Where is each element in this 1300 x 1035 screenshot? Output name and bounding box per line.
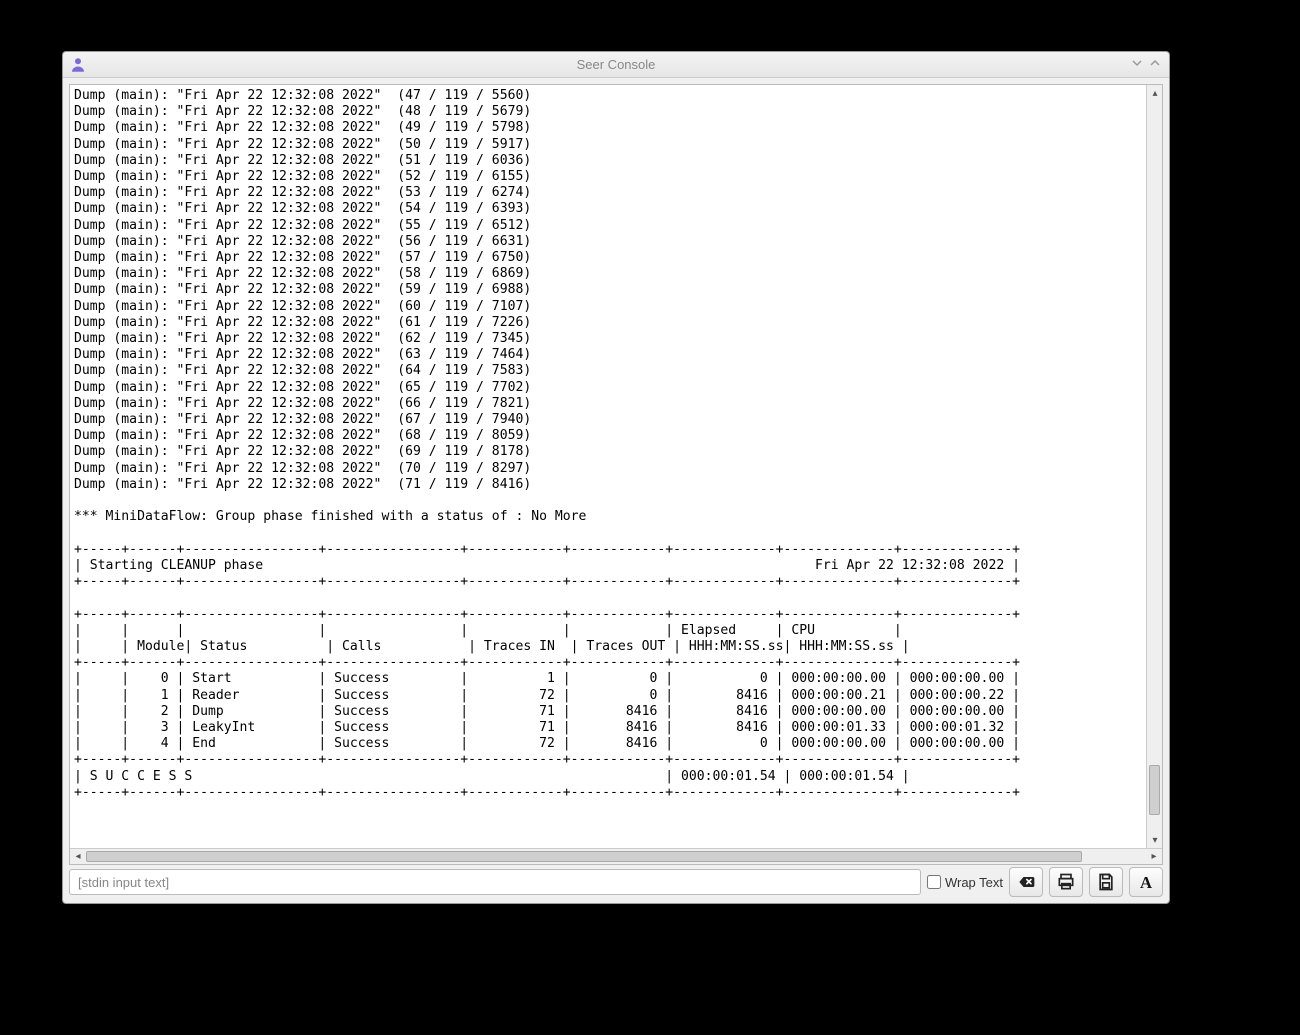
titlebar-controls (1131, 57, 1169, 72)
console-area: Dump (main): "Fri Apr 22 12:32:08 2022" … (69, 84, 1163, 865)
svg-text:A: A (1140, 873, 1152, 892)
stdin-input[interactable] (69, 869, 921, 895)
scroll-down-icon[interactable]: ▾ (1147, 832, 1162, 848)
save-button[interactable] (1089, 867, 1123, 897)
app-icon (69, 56, 87, 74)
font-button[interactable]: A (1129, 867, 1163, 897)
print-button[interactable] (1049, 867, 1083, 897)
bottom-toolbar: Wrap Text A (63, 867, 1169, 903)
scroll-left-icon[interactable]: ◂ (70, 849, 86, 865)
vertical-scroll-thumb[interactable] (1149, 765, 1160, 815)
seer-console-window: Seer Console Dump (main): "Fri Apr 22 12… (62, 51, 1170, 904)
wrap-text-checkbox[interactable]: Wrap Text (927, 875, 1003, 890)
horizontal-scrollbar[interactable]: ◂ ▸ (70, 848, 1162, 864)
scroll-up-icon[interactable]: ▴ (1147, 85, 1162, 101)
clear-button[interactable] (1009, 867, 1043, 897)
wrap-text-checkbox-input[interactable] (927, 875, 941, 889)
scroll-right-icon[interactable]: ▸ (1146, 849, 1162, 865)
vertical-scrollbar[interactable]: ▴ ▾ (1146, 85, 1162, 848)
maximize-icon[interactable] (1149, 57, 1161, 72)
titlebar[interactable]: Seer Console (63, 52, 1169, 78)
console-output[interactable]: Dump (main): "Fri Apr 22 12:32:08 2022" … (70, 85, 1146, 848)
window-title: Seer Console (63, 57, 1169, 72)
wrap-text-label: Wrap Text (945, 875, 1003, 890)
minimize-icon[interactable] (1131, 57, 1143, 72)
horizontal-scroll-thumb[interactable] (86, 851, 1082, 862)
